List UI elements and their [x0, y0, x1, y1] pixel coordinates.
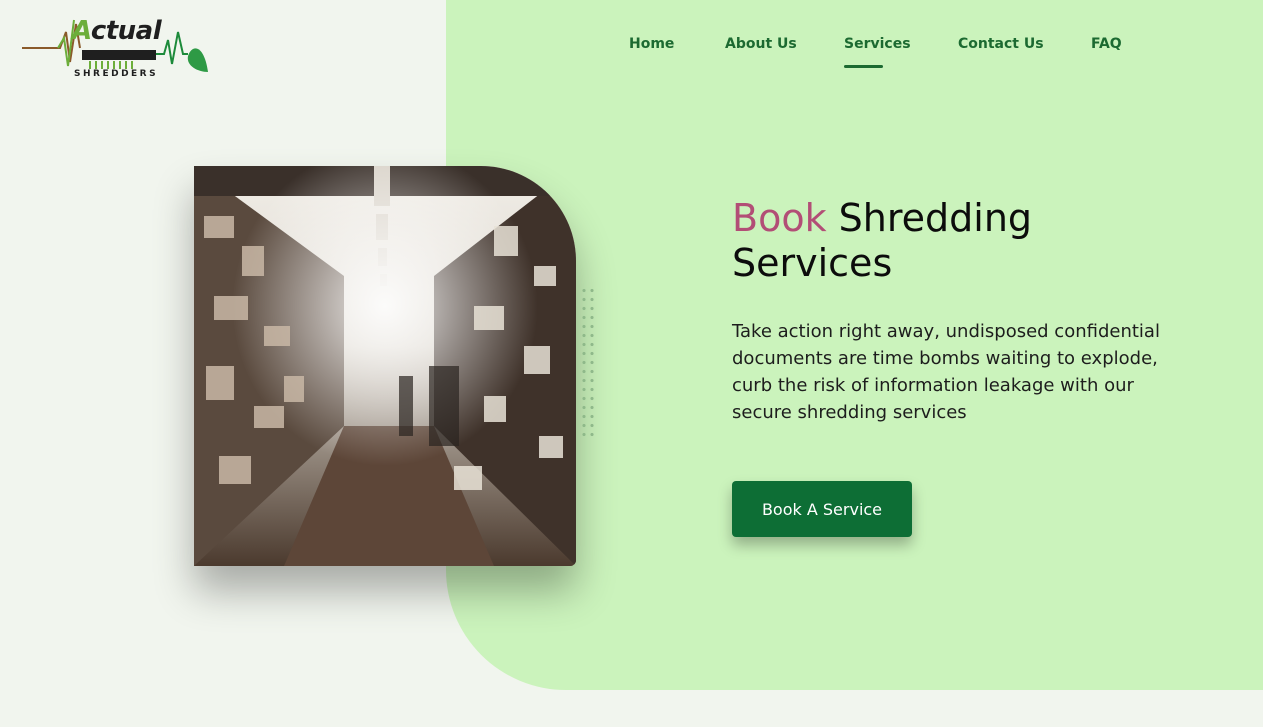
hero-title-accent: Book [732, 196, 827, 240]
hero-image [194, 166, 576, 566]
nav-services[interactable]: Services [844, 36, 911, 52]
nav-contact-us[interactable]: Contact Us [958, 36, 1044, 52]
book-a-service-button[interactable]: Book A Service [732, 481, 912, 537]
nav-about-us[interactable]: About Us [725, 36, 797, 52]
main-navigation: Home About Us Services Contact Us FAQ [0, 36, 1263, 76]
nav-active-indicator [844, 65, 883, 68]
decorative-dot-grid [580, 286, 598, 438]
hero-title: Book Shredding Services [732, 196, 1152, 286]
nav-faq[interactable]: FAQ [1091, 36, 1122, 52]
hero-description: Take action right away, undisposed confi… [732, 321, 1160, 423]
nav-home[interactable]: Home [629, 36, 674, 52]
warehouse-aisle-illustration [194, 166, 576, 566]
